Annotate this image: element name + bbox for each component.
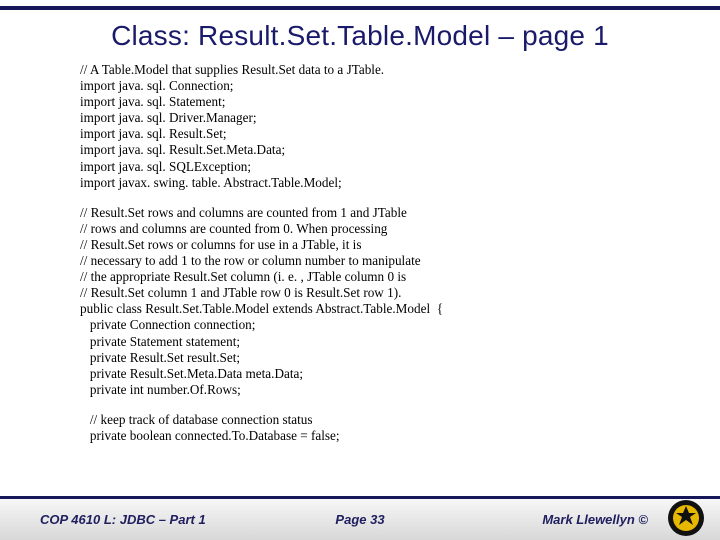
code-line: import java. sql. Connection;	[80, 78, 640, 94]
ucf-logo-icon	[666, 498, 706, 538]
code-line: private Connection connection;	[80, 317, 640, 333]
code-line: // necessary to add 1 to the row or colu…	[80, 253, 640, 269]
code-line: // rows and columns are counted from 0. …	[80, 221, 640, 237]
footer-bar: COP 4610 L: JDBC – Part 1 Page 33 Mark L…	[0, 499, 720, 540]
code-line: public class Result.Set.Table.Model exte…	[80, 301, 640, 317]
slide-body: // A Table.Model that supplies Result.Se…	[0, 58, 720, 540]
code-line: // keep track of database connection sta…	[80, 412, 640, 428]
code-block-1: // A Table.Model that supplies Result.Se…	[80, 62, 640, 191]
slide: Class: Result.Set.Table.Model – page 1 /…	[0, 0, 720, 540]
page-title: Class: Result.Set.Table.Model – page 1	[20, 20, 700, 52]
code-line: // Result.Set column 1 and JTable row 0 …	[80, 285, 640, 301]
code-line: import javax. swing. table. Abstract.Tab…	[80, 175, 640, 191]
code-line: private int number.Of.Rows;	[80, 382, 640, 398]
code-line: import java. sql. Driver.Manager;	[80, 110, 640, 126]
code-line: import java. sql. SQLException;	[80, 159, 640, 175]
code-line: import java. sql. Result.Set.Meta.Data;	[80, 142, 640, 158]
code-line: private Result.Set result.Set;	[80, 350, 640, 366]
title-wrap: Class: Result.Set.Table.Model – page 1	[0, 10, 720, 58]
code-block-2: // Result.Set rows and columns are count…	[80, 205, 640, 398]
code-line: private Result.Set.Meta.Data meta.Data;	[80, 366, 640, 382]
code-line: // Result.Set rows or columns for use in…	[80, 237, 640, 253]
footer: COP 4610 L: JDBC – Part 1 Page 33 Mark L…	[0, 496, 720, 540]
footer-center: Page 33	[335, 512, 384, 527]
code-block-3: // keep track of database connection sta…	[80, 412, 640, 444]
code-line: // Result.Set rows and columns are count…	[80, 205, 640, 221]
code-line: import java. sql. Statement;	[80, 94, 640, 110]
code-line: // the appropriate Result.Set column (i.…	[80, 269, 640, 285]
code-line: import java. sql. Result.Set;	[80, 126, 640, 142]
code-line: private Statement statement;	[80, 334, 640, 350]
code-line: private boolean connected.To.Database = …	[80, 428, 640, 444]
footer-left: COP 4610 L: JDBC – Part 1	[40, 512, 206, 527]
footer-right: Mark Llewellyn ©	[542, 512, 648, 527]
code-line: // A Table.Model that supplies Result.Se…	[80, 62, 640, 78]
